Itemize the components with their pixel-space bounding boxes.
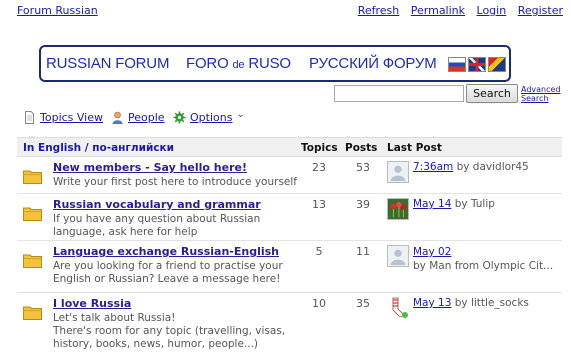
search-input[interactable] xyxy=(334,85,464,102)
posts-count: 39 xyxy=(356,198,370,211)
table-row: Russian vocabulary and grammar If you ha… xyxy=(17,194,562,241)
last-post-link[interactable]: May 14 xyxy=(413,198,451,210)
last-post-author: by davidlor45 xyxy=(453,161,529,173)
login-link[interactable]: Login xyxy=(477,4,507,17)
people-link[interactable]: People xyxy=(128,111,165,124)
forum-table: In English / по-английски Topics Posts L… xyxy=(17,137,562,353)
topics-count: 23 xyxy=(312,161,326,174)
last-post: May 14 by Tulip xyxy=(413,198,563,210)
category-title[interactable]: In English / по-английски xyxy=(23,142,174,154)
topics-column-header: Topics xyxy=(301,142,338,154)
avatar-tulip-icon[interactable] xyxy=(387,198,409,220)
document-icon xyxy=(25,111,34,124)
topics-view-link[interactable]: Topics View xyxy=(40,111,103,124)
person-icon xyxy=(112,111,123,124)
forum-banner: RUSSIAN FORUM FORO de RUSO РУССКИЙ ФОРУМ xyxy=(39,45,511,82)
table-row: New members - Say hello here! Write your… xyxy=(17,157,562,194)
forum-title-link[interactable]: Forum Russian xyxy=(17,4,98,17)
forum-description: If you have any question about Russian l… xyxy=(53,213,261,238)
posts-count: 35 xyxy=(356,297,370,310)
top-links: Refresh Permalink Login Register xyxy=(350,4,563,17)
search-button[interactable]: Search xyxy=(466,84,518,103)
forum-title-link[interactable]: New members - Say hello here! xyxy=(53,161,247,174)
forum-title-link[interactable]: Language exchange Russian-English xyxy=(53,245,279,258)
posts-count: 11 xyxy=(356,245,370,258)
last-post-author: by Man from Olympic Cit... xyxy=(413,260,554,272)
top-bar: Forum Russian Refresh Permalink Login Re… xyxy=(17,4,563,20)
last-post: 7:36am by davidlor45 xyxy=(413,161,563,173)
last-post-column-header: Last Post xyxy=(387,142,442,154)
last-post-link[interactable]: May 13 xyxy=(413,297,451,309)
last-post-link[interactable]: 7:36am xyxy=(413,161,453,173)
avatar-default-icon[interactable] xyxy=(387,245,409,267)
forum-description: Write your first post here to introduce … xyxy=(53,176,297,188)
table-row: Language exchange Russian-English Are yo… xyxy=(17,241,562,293)
table-header: In English / по-английски Topics Posts L… xyxy=(17,137,562,157)
last-post-author: by Tulip xyxy=(451,198,495,210)
forum-title-link[interactable]: Russian vocabulary and grammar xyxy=(53,198,261,211)
register-link[interactable]: Register xyxy=(518,4,563,17)
banner-title-english: RUSSIAN FORUM xyxy=(46,55,170,72)
avatar-default-icon[interactable] xyxy=(387,161,409,183)
posts-column-header: Posts xyxy=(345,142,378,154)
posts-count: 53 xyxy=(356,161,370,174)
options-item[interactable]: Options ⌄ xyxy=(173,109,245,124)
permalink-link[interactable]: Permalink xyxy=(411,4,465,17)
topics-count: 13 xyxy=(312,198,326,211)
uk-flag-icon[interactable] xyxy=(468,57,486,72)
forum-description: Let's talk about Russia! There's room fo… xyxy=(53,312,286,350)
folder-icon xyxy=(23,207,42,221)
table-row: I love Russia Let's talk about Russia! T… xyxy=(17,293,562,353)
last-post-link[interactable]: May 02 xyxy=(413,246,451,258)
advanced-search-link[interactable]: Advanced Search xyxy=(521,85,561,103)
russia-flag-icon[interactable] xyxy=(448,57,466,72)
folder-icon xyxy=(23,254,42,268)
topics-count: 10 xyxy=(312,297,326,310)
chevron-down-icon: ⌄ xyxy=(236,109,245,120)
spain-flag-icon[interactable] xyxy=(488,57,506,72)
topics-count: 5 xyxy=(315,245,323,258)
banner-title-russian: РУССКИЙ ФОРУМ xyxy=(309,55,437,72)
folder-icon xyxy=(23,170,42,184)
avatar-socks-icon[interactable] xyxy=(387,297,409,319)
forum-description: Are you looking for a friend to practise… xyxy=(53,260,283,285)
last-post-author: by little_socks xyxy=(451,297,529,309)
last-post: May 02 by Man from Olympic Cit... xyxy=(413,245,563,273)
last-post: May 13 by little_socks xyxy=(413,297,563,309)
options-link[interactable]: Options xyxy=(190,111,232,124)
banner-title-spanish: FORO de RUSO xyxy=(186,55,291,72)
folder-icon xyxy=(23,306,42,320)
forum-title-link[interactable]: I love Russia xyxy=(53,297,131,310)
refresh-link[interactable]: Refresh xyxy=(358,4,400,17)
people-item[interactable]: People xyxy=(111,111,165,124)
topics-view-item[interactable]: Topics View xyxy=(23,111,103,124)
gear-icon xyxy=(173,111,186,124)
